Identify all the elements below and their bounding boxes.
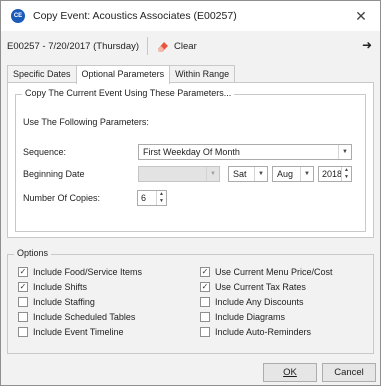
year-stepper[interactable]: 2018 ▲ ▼: [318, 166, 352, 182]
event-info: E00257 - 7/20/2017 (Thursday): [7, 40, 140, 52]
tab-specific-dates[interactable]: Specific Dates: [7, 65, 77, 83]
checkbox[interactable]: [200, 297, 210, 307]
close-button[interactable]: ✕: [352, 7, 370, 25]
chevron-down-icon: ▼: [206, 167, 219, 181]
beginning-date-label: Beginning Date: [23, 169, 85, 179]
spin-up-icon[interactable]: ▲: [342, 167, 351, 174]
option-label: Include Any Discounts: [215, 297, 304, 307]
app-icon: CE: [11, 9, 25, 23]
options-group: Options ✓ Include Food/Service Items ✓ I…: [7, 248, 374, 354]
title-bar: CE Copy Event: Acoustics Associates (E00…: [1, 1, 380, 31]
option-label: Include Auto-Reminders: [215, 327, 312, 337]
option-include-any-discounts[interactable]: Include Any Discounts: [200, 297, 304, 307]
day-select[interactable]: Sat ▼: [228, 166, 268, 182]
option-include-auto-reminders[interactable]: Include Auto-Reminders: [200, 327, 311, 337]
spin-arrows[interactable]: ▲ ▼: [341, 167, 351, 181]
ok-button[interactable]: OK: [263, 363, 317, 382]
chevron-down-icon: ▼: [300, 167, 313, 181]
use-parameters-label: Use The Following Parameters:: [23, 117, 149, 127]
spin-arrows[interactable]: ▲ ▼: [156, 191, 166, 205]
month-value: Aug: [277, 169, 294, 179]
toolbar: E00257 - 7/20/2017 (Thursday) Clear ➜: [1, 31, 380, 61]
checkbox[interactable]: [18, 327, 28, 337]
tab-within-range[interactable]: Within Range: [169, 65, 236, 83]
option-label: Include Shifts: [33, 282, 88, 292]
spin-up-icon[interactable]: ▲: [157, 191, 166, 198]
toolbar-separator: [147, 37, 149, 55]
option-label: Include Event Timeline: [33, 327, 124, 337]
checkbox[interactable]: ✓: [18, 267, 28, 277]
option-label: Include Staffing: [33, 297, 95, 307]
options-group-title: Options: [14, 248, 52, 258]
eraser-icon: [158, 42, 169, 52]
spin-down-icon[interactable]: ▼: [157, 198, 166, 205]
window-title: Copy Event: Acoustics Associates (E00257…: [33, 10, 237, 22]
checkbox[interactable]: ✓: [200, 282, 210, 292]
checkbox[interactable]: [18, 297, 28, 307]
clear-label: Clear: [174, 40, 197, 52]
year-value: 2018: [322, 169, 343, 179]
spin-down-icon[interactable]: ▼: [342, 174, 351, 181]
copy-event-dialog: CE Copy Event: Acoustics Associates (E00…: [0, 0, 381, 386]
checkbox[interactable]: ✓: [18, 282, 28, 292]
ok-label: OK: [283, 367, 297, 378]
option-label: Include Diagrams: [215, 312, 286, 322]
sequence-label: Sequence:: [23, 147, 67, 157]
option-use-current-tax-rates[interactable]: ✓ Use Current Tax Rates: [200, 282, 306, 292]
month-select[interactable]: Aug ▼: [272, 166, 314, 182]
cancel-button[interactable]: Cancel: [322, 363, 376, 382]
option-include-food-service-items[interactable]: ✓ Include Food/Service Items: [18, 267, 142, 277]
tab-optional-parameters[interactable]: Optional Parameters: [75, 65, 171, 84]
checkbox[interactable]: ✓: [200, 267, 210, 277]
option-use-current-menu-price-cost[interactable]: ✓ Use Current Menu Price/Cost: [200, 267, 333, 277]
optional-parameters-panel: Copy The Current Event Using These Param…: [7, 82, 374, 238]
option-include-event-timeline[interactable]: Include Event Timeline: [18, 327, 124, 337]
parameters-group: Copy The Current Event Using These Param…: [15, 88, 366, 232]
checkbox[interactable]: [18, 312, 28, 322]
sequence-value: First Weekday Of Month: [143, 147, 240, 157]
option-label: Include Scheduled Tables: [33, 312, 136, 322]
option-include-diagrams[interactable]: Include Diagrams: [200, 312, 285, 322]
checkbox[interactable]: [200, 312, 210, 322]
clear-button[interactable]: Clear: [156, 39, 197, 53]
option-include-staffing[interactable]: Include Staffing: [18, 297, 95, 307]
beginning-date-select[interactable]: ▼: [138, 166, 220, 182]
copies-label: Number Of Copies:: [23, 193, 101, 203]
option-label: Use Current Tax Rates: [215, 282, 306, 292]
tab-strip: Specific Dates Optional Parameters Withi…: [7, 65, 236, 84]
sequence-select[interactable]: First Weekday Of Month ▼: [138, 144, 352, 160]
chevron-down-icon: ▼: [338, 145, 351, 159]
option-include-shifts[interactable]: ✓ Include Shifts: [18, 282, 87, 292]
next-arrow-icon[interactable]: ➜: [362, 38, 372, 52]
checkbox[interactable]: [200, 327, 210, 337]
option-label: Include Food/Service Items: [33, 267, 143, 277]
option-label: Use Current Menu Price/Cost: [215, 267, 333, 277]
parameters-group-title: Copy The Current Event Using These Param…: [22, 88, 235, 98]
day-value: Sat: [233, 169, 247, 179]
option-include-scheduled-tables[interactable]: Include Scheduled Tables: [18, 312, 135, 322]
cancel-label: Cancel: [334, 367, 364, 378]
chevron-down-icon: ▼: [254, 167, 267, 181]
copies-value: 6: [141, 193, 147, 203]
copies-stepper[interactable]: 6 ▲ ▼: [137, 190, 167, 206]
